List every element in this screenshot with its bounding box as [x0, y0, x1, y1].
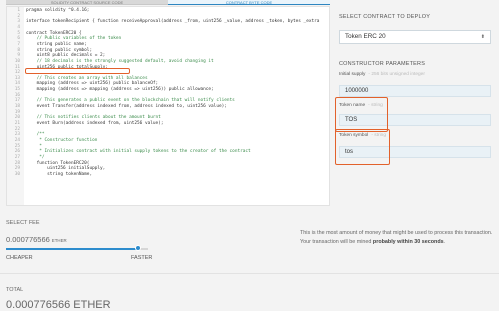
source-tabs: SOLIDITY CONTRACT SOURCE CODE CONTRACT B… — [6, 0, 330, 5]
fee-slider-fill — [6, 248, 139, 250]
select-fee-label: SELECT FEE — [6, 220, 40, 226]
total-amount: 0.000776566 ETHER — [6, 299, 111, 311]
tab-source-code[interactable]: SOLIDITY CONTRACT SOURCE CODE — [6, 0, 168, 5]
initial-supply-label: Initial supply - 256 bits unsigned intege… — [339, 72, 425, 77]
select-contract-title: SELECT CONTRACT TO DEPLOY — [339, 14, 431, 20]
fee-slider[interactable] — [6, 248, 148, 250]
tab-byte-code[interactable]: CONTRACT BYTE CODE — [168, 0, 330, 5]
code-text: string tokenName, — [26, 171, 93, 177]
faster-label: FASTER — [131, 255, 153, 261]
total-label: TOTAL — [6, 287, 24, 293]
token-name-highlight — [335, 97, 388, 132]
selected-contract: Token ERC 20 — [345, 33, 386, 40]
contract-select[interactable]: Token ERC 20 ⬍ — [339, 30, 491, 44]
decimals-highlight — [25, 68, 130, 74]
code-editor[interactable]: 1 pragma solidity ^0.4.16; 2 3 interface tok… — [6, 6, 330, 206]
code-line: 30 string tokenName, — [7, 172, 329, 178]
token-symbol-highlight — [335, 129, 390, 165]
line-number: 30 — [14, 171, 20, 177]
initial-supply-input[interactable]: 1000000 — [339, 85, 491, 97]
divider — [0, 273, 499, 274]
fee-amount: 0.000776566 ETHER — [6, 235, 67, 244]
constructor-params-title: CONSTRUCTOR PARAMETERS — [339, 61, 426, 67]
deploy-panel: SELECT CONTRACT TO DEPLOY Token ERC 20 ⬍… — [333, 6, 499, 206]
fee-slider-handle[interactable] — [135, 245, 142, 251]
cheaper-label: CHEAPER — [6, 255, 33, 261]
fee-info-text: This is the most amount of money that mi… — [300, 230, 493, 245]
chevron-down-icon: ⬍ — [480, 34, 485, 40]
